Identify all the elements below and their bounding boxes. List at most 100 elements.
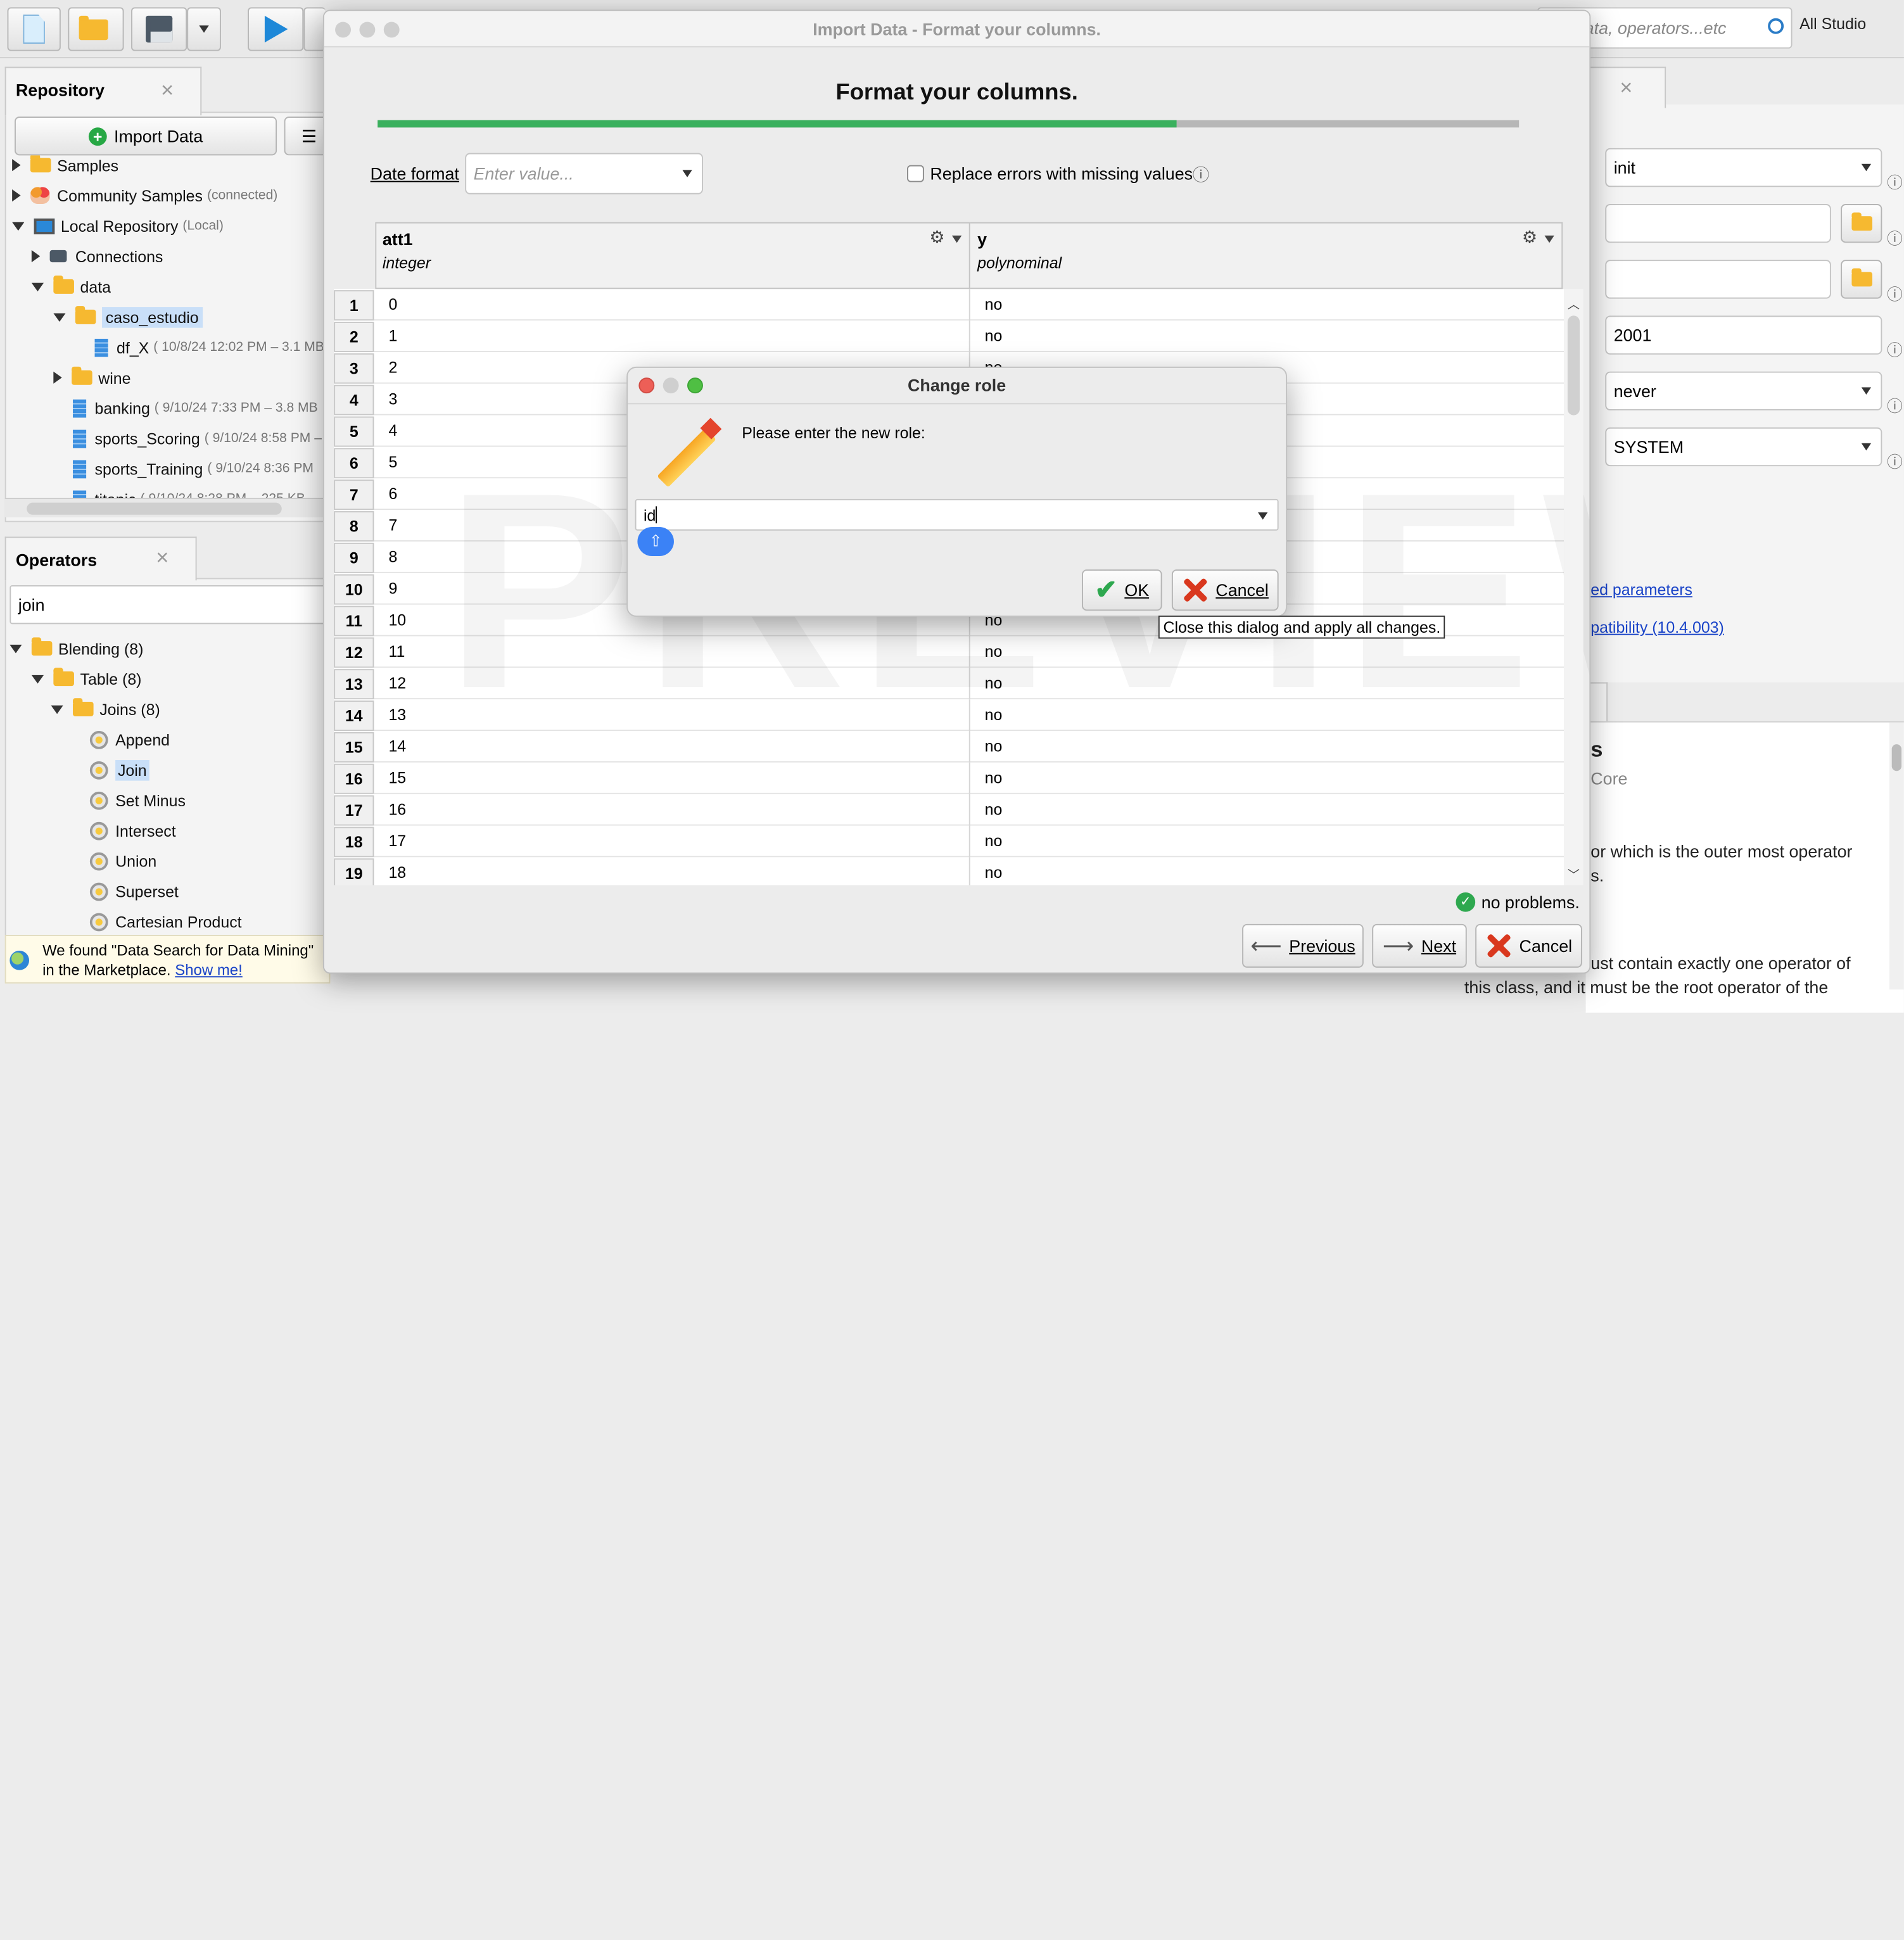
tree-item-wine[interactable]: wine [53, 364, 131, 391]
previous-button[interactable]: ⟵ Previous [1242, 923, 1364, 968]
operator-cartesian-product[interactable]: Cartesian Product [89, 908, 242, 935]
chevron-down-icon[interactable] [951, 235, 962, 243]
cancel-x-icon [1182, 577, 1209, 604]
table-row[interactable]: 19 18 no [334, 857, 1564, 885]
import-cancel-button[interactable]: Cancel [1475, 923, 1582, 968]
tree-item-connections[interactable]: Connections [31, 243, 163, 269]
grid-vscrollbar[interactable]: ︿ ﹀ [1564, 289, 1583, 885]
close-icon[interactable]: × [1620, 75, 1632, 101]
operator-set-minus[interactable]: Set Minus [89, 787, 186, 813]
gear-icon[interactable]: ⚙ [1522, 227, 1537, 248]
column-header-y[interactable]: y polynominal ⚙ [970, 222, 1563, 289]
tree-item-caso-estudio[interactable]: caso_estudio [53, 303, 203, 330]
change-role-cancel-button[interactable]: Cancel [1171, 569, 1279, 611]
param-resultfile[interactable] [1605, 260, 1831, 299]
show-advanced-parameters-link[interactable]: ed parameters [1590, 580, 1692, 599]
close-icon[interactable]: × [156, 545, 168, 571]
tree-item-sports-scoring[interactable]: sports_Scoring ( 9/10/24 8:58 PM – [73, 425, 322, 452]
save-process-button[interactable] [131, 7, 187, 51]
parameters-tab[interactable]: × [1585, 67, 1666, 108]
new-process-button[interactable] [7, 7, 61, 51]
tree-item-banking[interactable]: banking ( 9/10/24 7:33 PM – 3.8 MB [73, 395, 318, 421]
tree-item-samples[interactable]: Samples [12, 155, 118, 178]
tree-item-local-repository[interactable]: Local Repository (Local) [12, 212, 224, 239]
data-table-icon [94, 338, 108, 357]
operator-search-input[interactable]: join [10, 585, 331, 624]
param-logfile[interactable] [1605, 204, 1831, 243]
tree-item-community-samples[interactable]: Community Samples (connected) [12, 182, 277, 209]
table-row[interactable]: 16 15 no [334, 762, 1564, 794]
run-process-button[interactable] [248, 7, 304, 51]
column-type: integer [382, 253, 431, 272]
cell-att1: 9 [388, 579, 398, 598]
role-combo-input[interactable]: id [635, 498, 1279, 531]
tree-item-df-x[interactable]: df_X ( 10/8/24 12:02 PM – 3.1 MB [94, 334, 324, 360]
date-format-input[interactable]: Enter value... [465, 153, 703, 194]
help-description-2: s. [1590, 865, 1604, 885]
param-random-seed[interactable]: 2001 [1605, 315, 1882, 355]
operator-icon [89, 790, 108, 809]
operator-join[interactable]: Join [89, 756, 149, 783]
close-icon[interactable]: × [161, 78, 174, 103]
param-logverbosity[interactable]: init [1605, 148, 1882, 187]
run-menu-button[interactable] [303, 7, 326, 51]
import-data-button[interactable]: + Import Data [15, 117, 277, 156]
compatibility-link[interactable]: patibility (10.4.003) [1590, 618, 1724, 637]
tree-item-joins[interactable]: Joins (8) [51, 695, 160, 722]
repository-tree: Samples Community Samples (connected) Lo… [5, 155, 326, 498]
column-type: polynominal [977, 253, 1062, 272]
operator-append[interactable]: Append [89, 726, 170, 752]
computer-icon [34, 218, 55, 234]
tree-item-sports-training[interactable]: sports_Training ( 9/10/24 8:36 PM [73, 455, 314, 482]
operator-union[interactable]: Union [89, 847, 156, 874]
table-row[interactable]: 2 1 no [334, 320, 1564, 352]
cell-y: no [984, 326, 1003, 345]
save-disk-icon [146, 15, 173, 43]
operators-tab[interactable]: Operators × [4, 536, 197, 581]
gear-icon[interactable]: ⚙ [929, 227, 944, 248]
search-scope-dropdown[interactable]: All Studio [1799, 15, 1866, 33]
row-number: 12 [334, 637, 374, 668]
marketplace-show-me-link[interactable]: Show me! [175, 961, 243, 979]
browse-logfile-button[interactable] [1841, 204, 1882, 243]
help-heading: s [1590, 737, 1603, 761]
row-number: 8 [334, 511, 374, 542]
param-encoding[interactable]: SYSTEM [1605, 427, 1882, 467]
row-number: 2 [334, 322, 374, 352]
marketplace-text: We found "Data Search for Data Mining" [42, 942, 314, 960]
browse-resultfile-button[interactable] [1841, 260, 1882, 299]
table-row[interactable]: 13 12 no [334, 668, 1564, 700]
help-scrollbar[interactable] [1889, 722, 1904, 990]
cell-att1: 12 [388, 673, 407, 692]
ok-button[interactable]: ✔ OK [1082, 569, 1162, 611]
param-send-mail[interactable]: never [1605, 371, 1882, 410]
tree-item-data[interactable]: data [31, 273, 111, 300]
open-folder-icon [78, 15, 108, 40]
table-row[interactable]: 15 14 no [334, 731, 1564, 763]
repository-hscrollbar[interactable] [4, 497, 326, 517]
table-row[interactable]: 12 11 no [334, 636, 1564, 668]
operator-superset[interactable]: Superset [89, 878, 179, 904]
operator-intersect[interactable]: Intersect [89, 817, 176, 844]
arrow-left-icon: ⟵ [1250, 933, 1282, 958]
table-row[interactable]: 18 17 no [334, 825, 1564, 858]
chevron-down-icon[interactable] [1544, 235, 1554, 243]
row-number: 1 [334, 290, 374, 321]
cell-y: no [984, 673, 1003, 692]
table-row[interactable]: 1 0 no [334, 289, 1564, 321]
tree-item-table[interactable]: Table (8) [31, 666, 142, 692]
replace-errors-checkbox[interactable] [906, 165, 924, 182]
save-menu-button[interactable] [187, 7, 221, 51]
data-table-icon [73, 398, 87, 417]
tree-item-blending[interactable]: Blending (8) [10, 635, 143, 662]
column-name: att1 [382, 229, 413, 249]
tree-item-titanic[interactable]: titanic ( 9/10/24 8:28 PM – 225 KB [73, 486, 305, 498]
open-process-button[interactable] [68, 7, 124, 51]
next-button[interactable]: ⟶ Next [1372, 923, 1467, 968]
repository-tab[interactable]: Repository × [4, 67, 202, 116]
table-row[interactable]: 14 13 no [334, 699, 1564, 732]
column-header-att1[interactable]: att1 integer ⚙ [375, 222, 970, 289]
row-number: 15 [334, 732, 374, 763]
row-number: 5 [334, 416, 374, 447]
table-row[interactable]: 17 16 no [334, 794, 1564, 826]
